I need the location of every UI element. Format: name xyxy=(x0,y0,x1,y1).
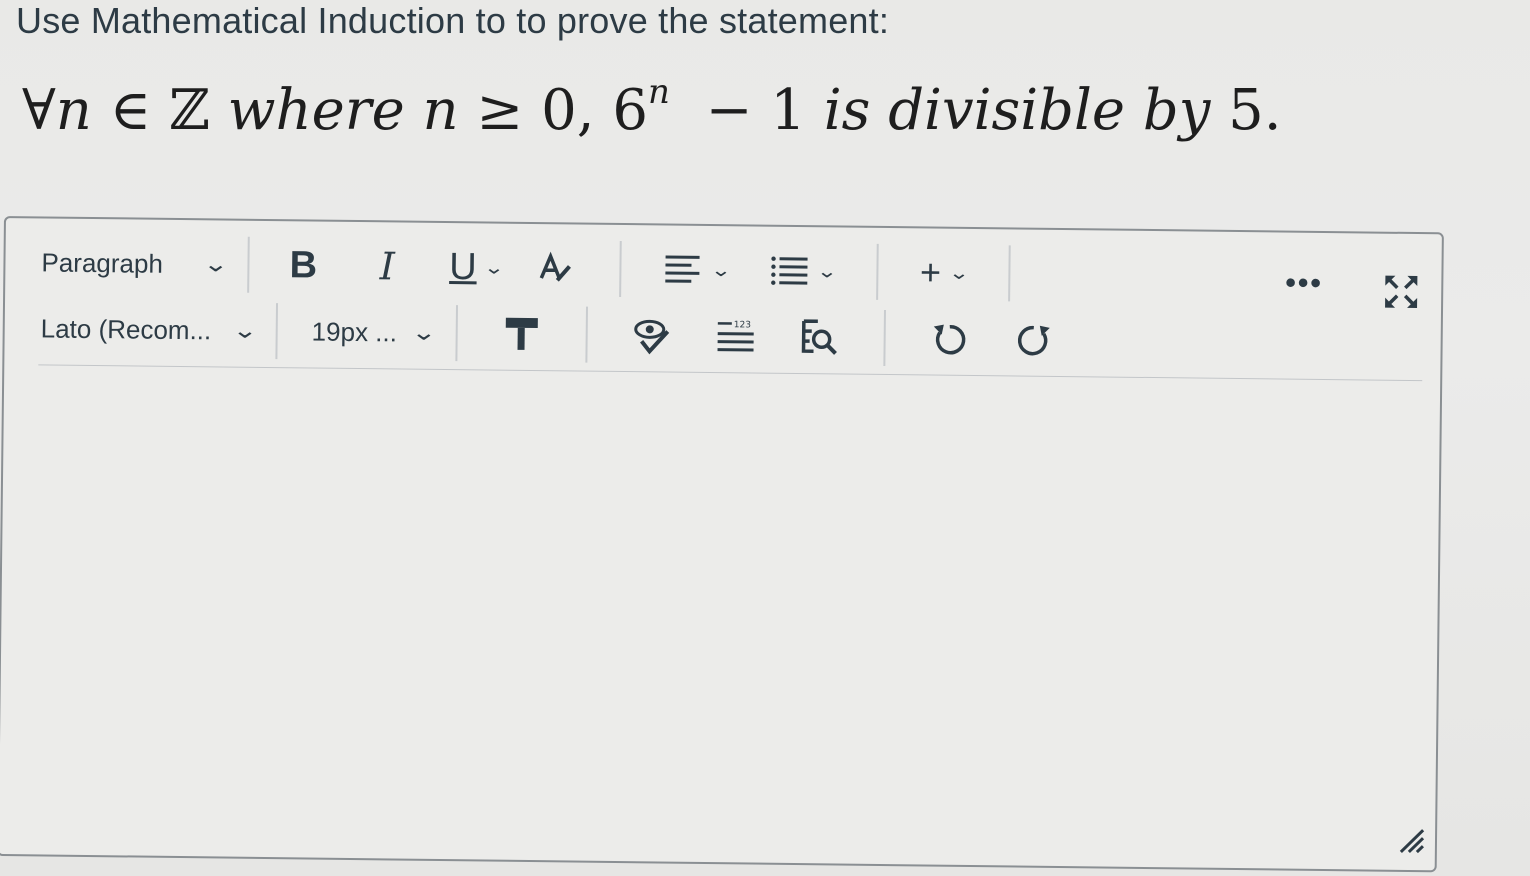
block-format-label: Paragraph xyxy=(41,246,164,279)
math-rest: is divisible by xyxy=(823,78,1211,143)
math-var-n-2: n xyxy=(422,78,459,143)
math-five: 5. xyxy=(1228,78,1282,143)
geq-symbol: ≥ xyxy=(476,78,524,143)
chevron-down-icon: ⌄ xyxy=(947,262,970,283)
text-color-button[interactable] xyxy=(534,243,579,293)
clear-format-icon xyxy=(505,317,538,350)
redo-icon xyxy=(1017,325,1050,356)
toolbar-row-1: Paragraph ⌄ B I U ⌄ ⌄ ⌄ + ⌄ xyxy=(41,232,1032,303)
word-count-icon: 123 xyxy=(717,320,754,352)
toolbar-separator xyxy=(1007,245,1011,302)
question-prompt: Use Mathematical Induction to to prove t… xyxy=(16,0,890,41)
underline-label: U xyxy=(449,245,478,288)
math-zero: 0, xyxy=(541,78,595,143)
chevron-down-icon: ⌄ xyxy=(231,317,258,343)
text-color-icon xyxy=(540,251,572,282)
resize-handle-icon[interactable] xyxy=(1397,826,1427,856)
math-one: 1 xyxy=(770,78,806,143)
bold-label: B xyxy=(289,243,318,287)
redo-button[interactable] xyxy=(1011,314,1056,364)
bold-button[interactable]: B xyxy=(281,240,326,290)
chevron-down-icon: ⌄ xyxy=(710,259,733,280)
more-options-button[interactable]: ••• xyxy=(1285,267,1323,301)
plus-icon: + xyxy=(919,251,942,293)
math-statement: ∀n ∈ ℤ where n ≥ 0, 6n − 1 is divisible … xyxy=(22,72,1282,143)
italic-label: I xyxy=(379,244,396,289)
editor-content-area[interactable] xyxy=(3,368,1432,854)
math-var-n: n xyxy=(55,78,92,143)
chevron-down-icon: ⌄ xyxy=(203,251,230,277)
font-size-select[interactable]: 19px ... ⌄ xyxy=(311,315,437,348)
math-exponent: n xyxy=(648,72,670,113)
toolbar-separator xyxy=(875,243,879,300)
word-count-button[interactable]: 123 xyxy=(713,311,758,361)
chevron-down-icon: ⌄ xyxy=(411,319,438,345)
svg-text:123: 123 xyxy=(733,320,750,330)
more-label: ••• xyxy=(1285,266,1324,300)
chevron-down-icon: ⌄ xyxy=(483,256,505,278)
toolbar-separator xyxy=(883,309,886,367)
toolbar-row-2: Lato (Recom... ⌄ 19px ... ⌄ 123 xyxy=(40,298,1075,370)
accessibility-checker-button[interactable] xyxy=(629,310,674,360)
undo-icon xyxy=(933,324,966,355)
align-icon xyxy=(665,255,700,283)
accessibility-checker-icon xyxy=(633,319,669,355)
font-size-label: 19px ... xyxy=(311,315,398,347)
chevron-down-icon: ⌄ xyxy=(815,260,838,281)
underline-button[interactable]: U ⌄ xyxy=(449,242,505,293)
font-family-select[interactable]: Lato (Recom... ⌄ xyxy=(40,312,258,346)
toolbar-separator xyxy=(247,236,250,293)
element-of-symbol: ∈ xyxy=(109,78,152,143)
italic-button[interactable]: I xyxy=(365,241,410,291)
find-replace-button[interactable] xyxy=(797,312,842,362)
toolbar-separator xyxy=(275,303,278,360)
forall-symbol: ∀ xyxy=(22,78,56,143)
font-family-label: Lato (Recom... xyxy=(40,312,212,345)
align-button[interactable]: ⌄ xyxy=(664,244,733,295)
insert-button[interactable]: + ⌄ xyxy=(919,247,970,298)
undo-button[interactable] xyxy=(927,313,972,363)
integers-symbol: ℤ xyxy=(168,78,210,143)
bullet-list-icon xyxy=(770,256,808,285)
block-format-select[interactable]: Paragraph ⌄ xyxy=(41,246,229,280)
fullscreen-icon[interactable] xyxy=(1381,272,1421,312)
list-button[interactable]: ⌄ xyxy=(769,246,838,297)
toolbar-separator xyxy=(585,306,588,363)
minus-symbol: − xyxy=(705,78,753,143)
toolbar-separator xyxy=(455,305,458,362)
find-replace-icon xyxy=(801,319,837,355)
toolbar-separator xyxy=(619,240,623,298)
rich-text-editor: Paragraph ⌄ B I U ⌄ ⌄ ⌄ + ⌄ ••• Lato (Re… xyxy=(0,216,1444,873)
math-base: 6 xyxy=(612,78,649,143)
math-word-where: where xyxy=(227,78,405,143)
clear-format-button[interactable] xyxy=(499,309,544,359)
